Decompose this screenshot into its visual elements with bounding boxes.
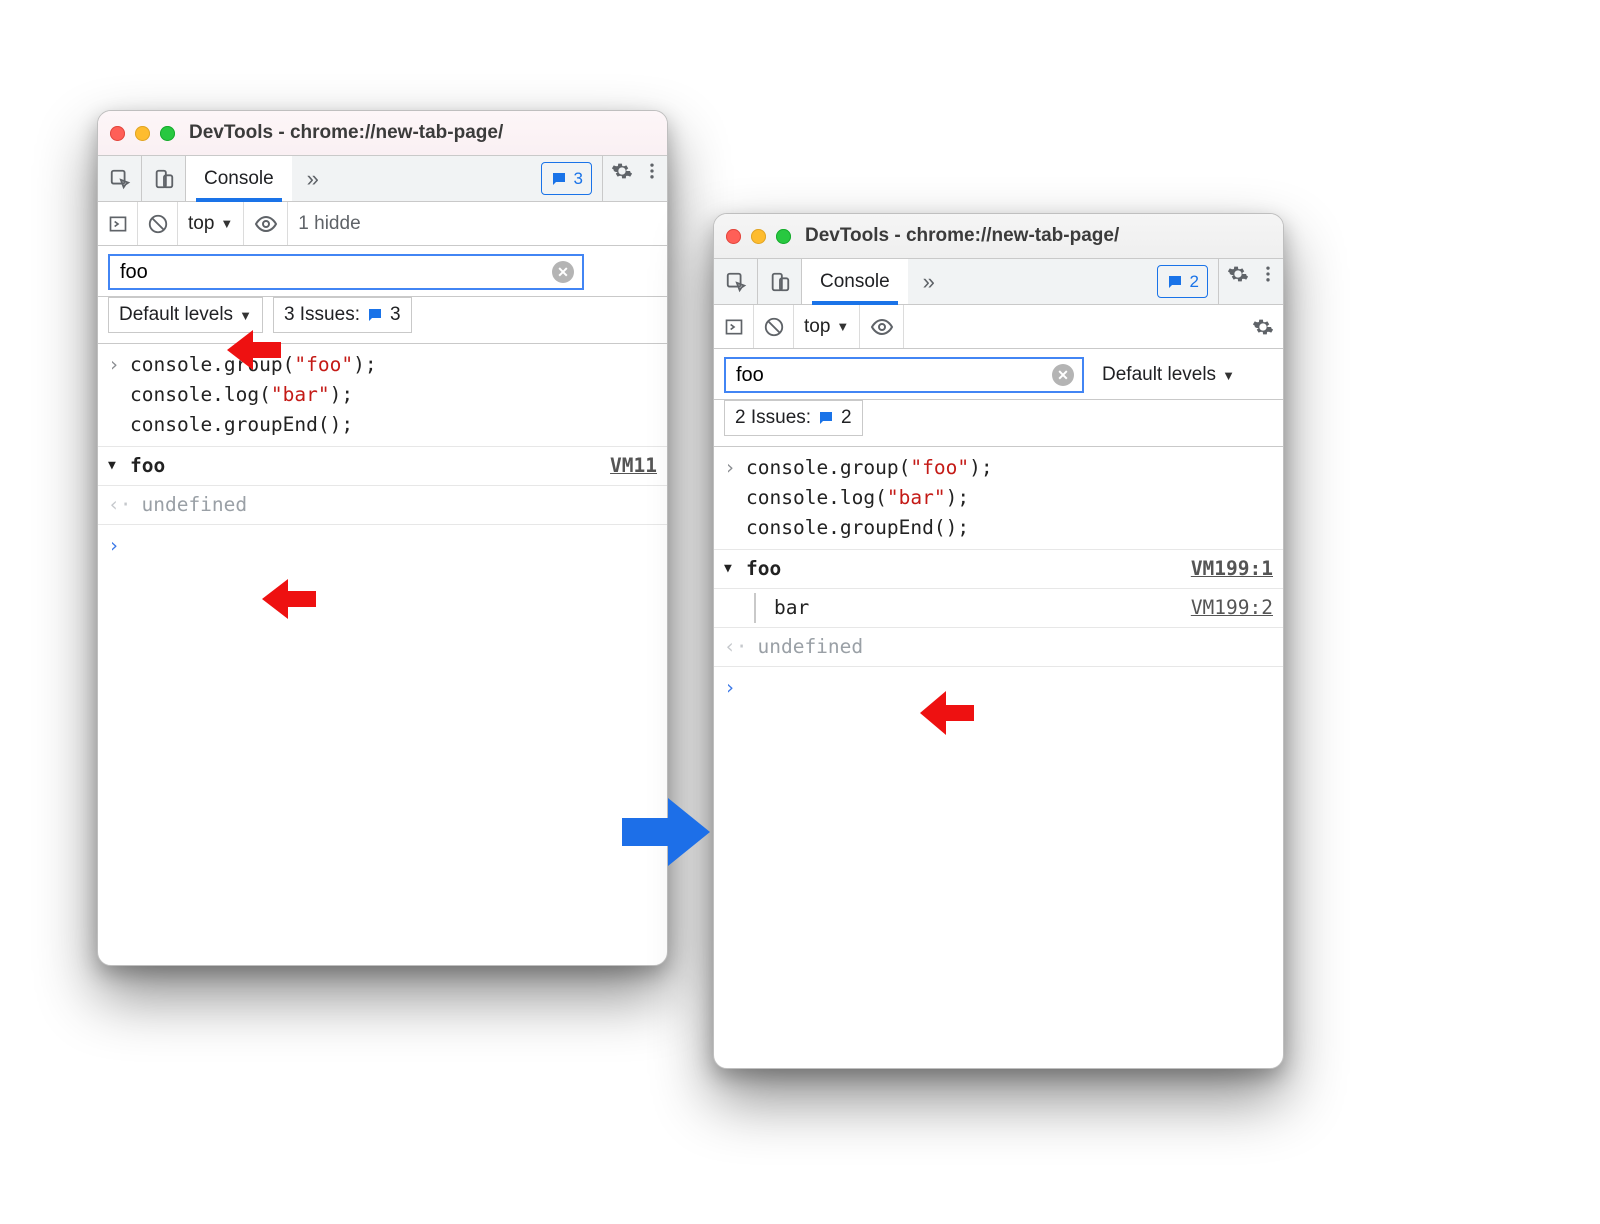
live-expressions-icon[interactable] <box>244 202 288 245</box>
more-tabs-icon[interactable]: » <box>908 259 950 304</box>
issues-label: 2 Issues: <box>735 407 811 429</box>
tab-label: Console <box>820 271 890 293</box>
clear-console-icon[interactable] <box>138 202 178 245</box>
context-selector[interactable]: top ▼ <box>178 202 244 245</box>
console-settings-icon[interactable] <box>1243 316 1283 338</box>
source-link[interactable]: VM199:2 <box>1191 593 1273 623</box>
filter-row-2: Default levels ▼ 3 Issues: 3 <box>98 297 667 344</box>
device-toolbar-icon[interactable] <box>758 259 802 304</box>
filter-row: ✕ <box>98 246 667 297</box>
clear-filter-icon[interactable]: ✕ <box>1052 364 1074 386</box>
issues-label: 3 Issues: <box>284 304 360 326</box>
levels-label: Default levels <box>119 304 233 326</box>
annotation-arrow-red-icon <box>258 577 318 621</box>
close-icon[interactable] <box>110 126 125 141</box>
chevron-down-icon: ▼ <box>1222 368 1235 383</box>
child-log-text: bar <box>754 593 809 623</box>
log-group-child[interactable]: bar VM199:2 <box>714 589 1283 628</box>
chevron-down-icon: ▼ <box>220 216 233 231</box>
input-prompt-icon: › <box>724 453 746 543</box>
device-toolbar-icon[interactable] <box>142 156 186 201</box>
zoom-icon[interactable] <box>160 126 175 141</box>
zoom-icon[interactable] <box>776 229 791 244</box>
hidden-messages-text[interactable]: 1 hidde <box>288 213 667 235</box>
issues-button[interactable]: 3 Issues: 3 <box>273 297 412 333</box>
log-group-header[interactable]: ▼ foo VM199:1 <box>714 550 1283 589</box>
chevron-down-icon: ▼ <box>836 319 849 334</box>
close-icon[interactable] <box>726 229 741 244</box>
traffic-lights <box>726 229 791 244</box>
tab-console[interactable]: Console <box>802 259 908 304</box>
context-label: top <box>188 213 214 235</box>
console-sidebar-toggle-icon[interactable] <box>98 202 138 245</box>
filter-input-field[interactable] <box>734 363 1052 388</box>
annotation-arrow-red-icon <box>916 688 976 738</box>
return-value-row: ‹· undefined <box>98 486 667 525</box>
tab-label: Console <box>204 168 274 190</box>
group-label: foo <box>746 554 781 584</box>
console-input-echo[interactable]: console.group("foo"); console.log("bar")… <box>746 453 993 543</box>
undefined-label: undefined <box>757 632 863 662</box>
window-title: DevTools - chrome://new-tab-page/ <box>189 122 503 144</box>
log-levels-selector[interactable]: Default levels ▼ <box>1092 357 1245 393</box>
input-prompt-icon: › <box>108 350 130 440</box>
console-toolbar: top ▼ <box>714 305 1283 349</box>
input-prompt-icon[interactable]: › <box>98 525 667 561</box>
input-prompt-icon[interactable]: › <box>714 667 1283 703</box>
console-toolbar: top ▼ 1 hidde <box>98 202 667 246</box>
clear-console-icon[interactable] <box>754 305 794 348</box>
settings-icon[interactable] <box>1223 259 1253 289</box>
traffic-lights <box>110 126 175 141</box>
return-arrow-icon: ‹· <box>724 632 747 662</box>
context-label: top <box>804 316 830 338</box>
window-titlebar: DevTools - chrome://new-tab-page/ <box>98 111 667 156</box>
levels-label: Default levels <box>1102 364 1216 386</box>
inspect-element-icon[interactable] <box>714 259 758 304</box>
tab-console[interactable]: Console <box>186 156 292 201</box>
annotation-arrow-red-icon <box>223 328 283 372</box>
devtools-window-right: DevTools - chrome://new-tab-page/ Consol… <box>713 213 1284 1069</box>
disclosure-open-icon[interactable]: ▼ <box>724 554 746 584</box>
issues-badge-count: 3 <box>574 169 583 189</box>
more-tabs-icon[interactable]: » <box>292 156 334 201</box>
console-sidebar-toggle-icon[interactable] <box>714 305 754 348</box>
filter-input-field[interactable] <box>118 260 552 285</box>
annotation-arrow-blue-icon <box>618 792 714 872</box>
return-arrow-icon: ‹· <box>108 490 131 520</box>
issues-count: 3 <box>390 304 401 326</box>
console-log-area: › console.group("foo"); console.log("bar… <box>714 447 1283 1068</box>
settings-icon[interactable] <box>607 156 637 186</box>
minimize-icon[interactable] <box>751 229 766 244</box>
inspect-element-icon[interactable] <box>98 156 142 201</box>
kebab-menu-icon[interactable] <box>637 156 667 186</box>
issues-chip[interactable]: 3 <box>541 162 592 195</box>
kebab-menu-icon[interactable] <box>1253 259 1283 289</box>
issues-badge-count: 2 <box>1190 272 1199 292</box>
window-titlebar: DevTools - chrome://new-tab-page/ <box>714 214 1283 259</box>
log-group-header[interactable]: ▼ foo VM11 <box>98 447 667 486</box>
issues-chip[interactable]: 2 <box>1157 265 1208 298</box>
console-log-area: › console.group("foo"); console.log("bar… <box>98 344 667 965</box>
clear-filter-icon[interactable]: ✕ <box>552 261 574 283</box>
context-selector[interactable]: top ▼ <box>794 305 860 348</box>
chevron-down-icon: ▼ <box>239 308 252 323</box>
console-filter-input[interactable]: ✕ <box>108 254 584 290</box>
filter-row-2: 2 Issues: 2 <box>714 400 1283 447</box>
filter-row: ✕ Default levels ▼ <box>714 349 1283 400</box>
source-link[interactable]: VM199:1 <box>1191 554 1273 584</box>
issues-button[interactable]: 2 Issues: 2 <box>724 400 863 436</box>
return-value-row: ‹· undefined <box>714 628 1283 667</box>
group-label: foo <box>130 451 165 481</box>
devtools-window-left: DevTools - chrome://new-tab-page/ Consol… <box>97 110 668 966</box>
issues-count: 2 <box>841 407 852 429</box>
window-title: DevTools - chrome://new-tab-page/ <box>805 225 1119 247</box>
console-filter-input[interactable]: ✕ <box>724 357 1084 393</box>
disclosure-open-icon[interactable]: ▼ <box>108 451 130 481</box>
devtools-tabstrip: Console » 3 <box>98 156 667 202</box>
devtools-tabstrip: Console » 2 <box>714 259 1283 305</box>
minimize-icon[interactable] <box>135 126 150 141</box>
live-expressions-icon[interactable] <box>860 305 904 348</box>
undefined-label: undefined <box>141 490 247 520</box>
source-link[interactable]: VM11 <box>610 451 657 481</box>
